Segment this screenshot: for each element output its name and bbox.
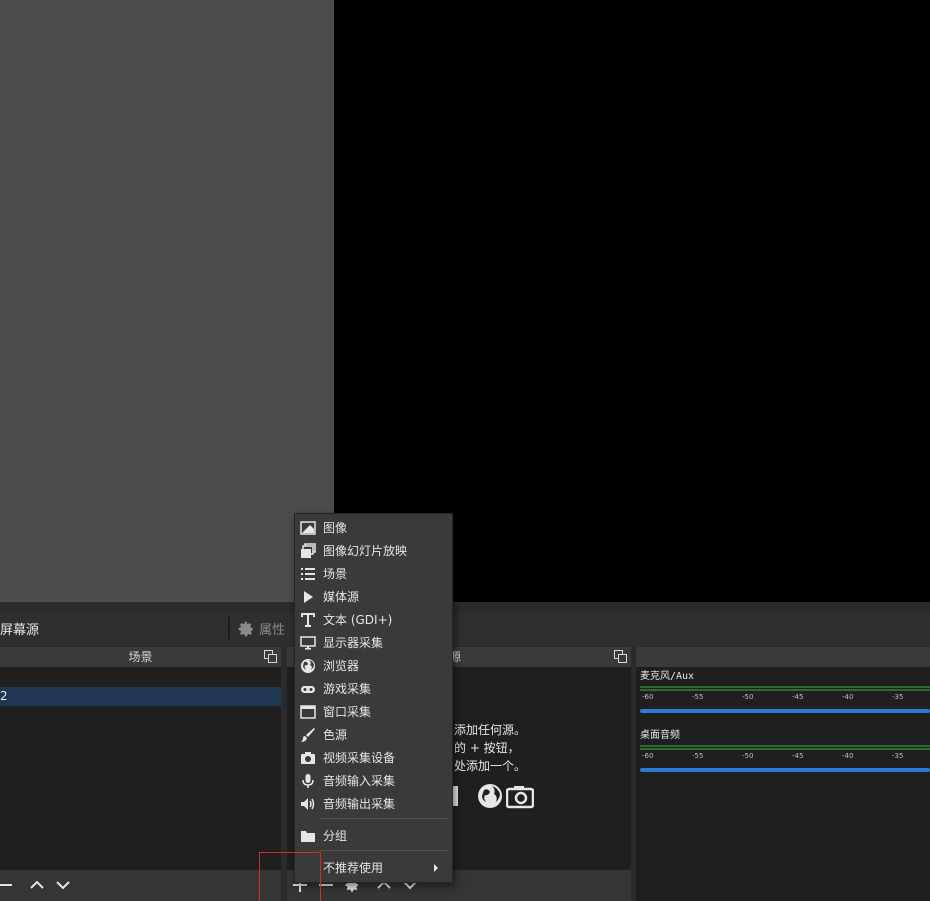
- mixer-dock-title: [636, 647, 930, 667]
- list-icon: [301, 567, 315, 580]
- source-context-bar: [0, 602, 930, 646]
- tick-label: -40: [842, 693, 854, 701]
- tick-label: -35: [892, 693, 904, 701]
- gamepad-icon: [301, 685, 315, 693]
- menu-item-browser[interactable]: 浏览器: [295, 654, 452, 677]
- scenes-toolbar: [0, 870, 281, 901]
- tick-label: -55: [692, 693, 704, 701]
- brush-icon: [301, 727, 315, 742]
- preview-canvas-background: [0, 0, 334, 602]
- menu-item-video-capture-device[interactable]: 视频采集设备: [295, 746, 452, 769]
- menu-item-image-slideshow[interactable]: 图像幻灯片放映: [295, 539, 452, 562]
- menu-item-label: 分组: [323, 829, 348, 843]
- move-scene-up-button[interactable]: [26, 874, 48, 896]
- sources-empty-hint: 添加任何源。 的 + 按钮， 处添加一个。: [454, 721, 526, 775]
- menu-item-group[interactable]: 分组: [295, 824, 452, 847]
- menu-item-audio-input-capture[interactable]: 音频输入采集: [295, 769, 452, 792]
- tick-label: -35: [892, 752, 904, 760]
- add-source-menu: 图像 图像幻灯片放映 场景 媒体源 文本 (GDI+) 显示器采集 浏览器 游戏…: [294, 513, 453, 883]
- monitor-icon: [300, 635, 316, 649]
- move-scene-down-button[interactable]: [52, 874, 74, 896]
- scenes-dock-title: 场景: [0, 647, 281, 667]
- meter-ticks: -60 -55 -50 -45 -40 -35: [640, 750, 930, 762]
- context-strip: [0, 613, 930, 646]
- tick-label: -60: [642, 693, 654, 701]
- menu-item-display-capture[interactable]: 显示器采集: [295, 631, 452, 654]
- highlight-box: [259, 852, 321, 901]
- menu-item-label: 音频输出采集: [323, 797, 396, 811]
- menu-item-label: 色源: [323, 728, 348, 742]
- menu-item-color-source[interactable]: 色源: [295, 723, 452, 746]
- audio-mixer-dock: 麦克风/Aux -60 -55 -50 -45 -40 -35 桌面音频 -60…: [636, 647, 930, 901]
- menu-item-media-source[interactable]: 媒体源: [295, 585, 452, 608]
- meter-ticks: -60 -55 -50 -45 -40 -35: [640, 691, 930, 703]
- float-dock-icon[interactable]: [614, 650, 627, 663]
- properties-button[interactable]: 属性: [237, 619, 285, 638]
- track-name: 桌面音频: [640, 730, 680, 741]
- menu-item-window-capture[interactable]: 窗口采集: [295, 700, 452, 723]
- menu-item-label: 音频输入采集: [323, 774, 396, 788]
- tick-label: -45: [792, 752, 804, 760]
- tick-label: -55: [692, 752, 704, 760]
- properties-label: 属性: [259, 623, 286, 638]
- volume-slider[interactable]: [640, 709, 930, 713]
- image-icon: [300, 520, 316, 535]
- gear-icon: [238, 621, 253, 636]
- tick-label: -40: [842, 752, 854, 760]
- menu-item-label: 游戏采集: [323, 682, 372, 696]
- chevron-up-icon: [30, 880, 44, 889]
- tick-label: -45: [792, 693, 804, 701]
- mixer-track-mic: 麦克风/Aux -60 -55 -50 -45 -40 -35: [640, 671, 930, 713]
- menu-item-game-capture[interactable]: 游戏采集: [295, 677, 452, 700]
- menu-item-label: 文本 (GDI+): [323, 613, 393, 627]
- minus-icon: [0, 884, 12, 886]
- submenu-arrow-icon: [434, 864, 438, 872]
- chevron-down-icon: [56, 881, 70, 890]
- preview-canvas[interactable]: [334, 0, 930, 602]
- float-dock-icon[interactable]: [264, 650, 277, 663]
- menu-item-label: 图像幻灯片放映: [323, 544, 408, 558]
- text-icon: [301, 612, 315, 627]
- tick-label: -50: [742, 693, 754, 701]
- menu-item-label: 场景: [323, 567, 348, 581]
- tick-label: -60: [642, 752, 654, 760]
- folder-icon: [301, 830, 315, 842]
- menu-item-scene[interactable]: 场景: [295, 562, 452, 585]
- track-name: 麦克风/Aux: [640, 671, 695, 682]
- microphone-icon: [302, 773, 314, 788]
- slideshow-icon: [301, 542, 316, 558]
- menu-item-label: 窗口采集: [323, 705, 372, 719]
- menu-separator: [319, 818, 447, 819]
- scene-list-item[interactable]: 2: [0, 687, 281, 706]
- hint-line: 的 + 按钮，: [454, 741, 520, 755]
- menu-item-label: 图像: [323, 521, 348, 535]
- obs-window: 屏幕源 属性 场景 2 源 添加任何源。 的 + 按钮， 处添加一个。 麦克风/…: [0, 0, 930, 901]
- selected-source-name: 屏幕源: [0, 623, 40, 638]
- camera-icon: [301, 751, 315, 764]
- menu-item-text[interactable]: 文本 (GDI+): [295, 608, 452, 631]
- globe-icon: [478, 784, 502, 808]
- menu-item-label: 浏览器: [323, 659, 360, 673]
- volume-slider[interactable]: [640, 768, 930, 772]
- tick-label: -50: [742, 752, 754, 760]
- play-icon: [304, 590, 313, 603]
- window-icon: [300, 704, 316, 719]
- menu-item-audio-output-capture[interactable]: 音频输出采集: [295, 792, 452, 815]
- menu-item-label: 显示器采集: [323, 636, 384, 650]
- menu-item-label: 视频采集设备: [323, 751, 396, 765]
- globe-icon: [301, 658, 315, 673]
- menu-item-label: 媒体源: [323, 590, 360, 604]
- speaker-icon: [301, 797, 315, 810]
- context-divider: [228, 617, 230, 639]
- hint-line: 添加任何源。: [454, 723, 527, 737]
- mixer-track-desktop: 桌面音频 -60 -55 -50 -45 -40 -35: [640, 730, 930, 772]
- remove-scene-button[interactable]: [0, 874, 16, 896]
- menu-item-label: 不推荐使用: [323, 861, 384, 875]
- hint-line: 处添加一个。: [454, 759, 527, 773]
- camera-icon: [506, 786, 534, 809]
- scenes-dock: 场景 2: [0, 647, 281, 901]
- menu-item-image[interactable]: 图像: [295, 516, 452, 539]
- hint-source-icons: [446, 782, 534, 810]
- menu-separator: [319, 850, 447, 851]
